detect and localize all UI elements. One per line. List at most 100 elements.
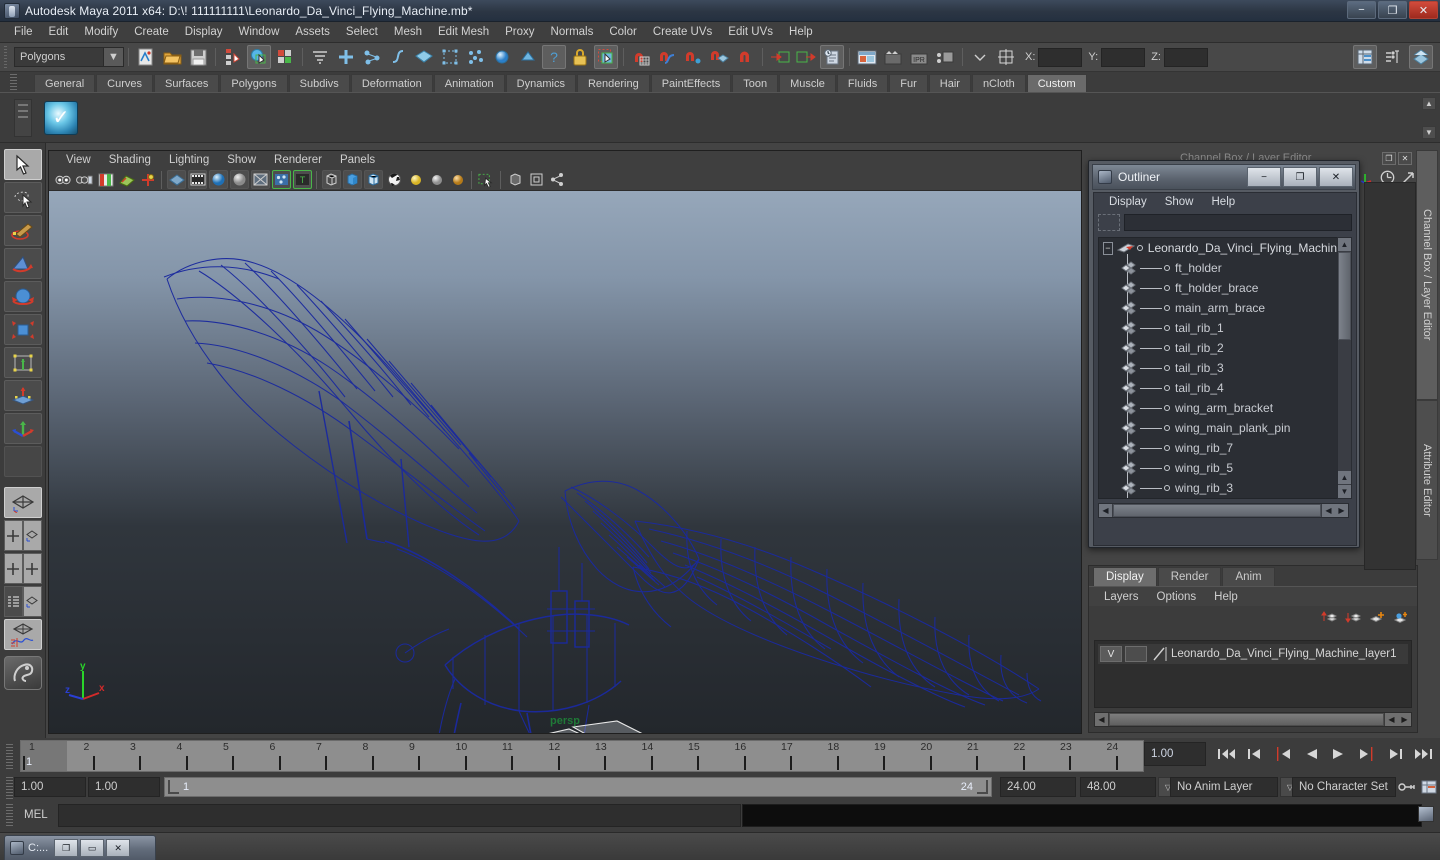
outliner-item[interactable]: wing_rib_2 (1099, 498, 1337, 499)
last-tool-used[interactable] (3, 446, 42, 477)
shelf-options-handle[interactable] (14, 99, 32, 137)
rotate-tool[interactable] (3, 281, 42, 312)
shelf-tab-curves[interactable]: Curves (96, 74, 153, 92)
layer-editor-tab-anim[interactable]: Anim (1222, 567, 1275, 586)
attribute-editor-toggle-icon[interactable] (1409, 45, 1433, 69)
animation-preferences-icon[interactable] (1420, 779, 1438, 795)
outliner-item[interactable]: wing_rib_3 (1099, 478, 1337, 498)
layer-editor-menu-layers[interactable]: Layers (1095, 591, 1148, 603)
select-points-icon[interactable] (334, 45, 358, 69)
gate-mask-icon[interactable] (251, 170, 270, 189)
shelf-tab-ncloth[interactable]: nCloth (971, 74, 1026, 92)
maya-paint-logo[interactable] (3, 656, 42, 690)
shelf-scrollbar[interactable]: ▲ ▼ (1422, 97, 1436, 139)
grid-toggle-icon[interactable] (167, 170, 186, 189)
outliner-persp-layout-left[interactable] (3, 586, 23, 617)
camera-attributes-icon[interactable] (75, 170, 94, 189)
step-forward-key-button[interactable] (1382, 742, 1408, 766)
play-backwards-button[interactable] (1298, 742, 1324, 766)
new-layer-icon[interactable] (1369, 610, 1385, 624)
outliner-horizontal-scrollbar[interactable]: ◀ ◀ ▶ (1098, 503, 1349, 518)
paint-select-tool[interactable] (3, 215, 42, 246)
two-d-pan-zoom-icon[interactable] (138, 170, 157, 189)
channel-box-close-button[interactable]: ✕ (1398, 152, 1412, 165)
outliner-item-list[interactable]: − Leonardo_Da_Vinci_Flying_Machin ft_holde… (1098, 237, 1338, 499)
select-by-component-icon[interactable] (273, 45, 297, 69)
chevron-down-icon[interactable]: ▼ (103, 48, 123, 66)
layer-editor-tab-render[interactable]: Render (1157, 567, 1222, 586)
select-particles-icon[interactable] (464, 45, 488, 69)
shelf-tab-fluids[interactable]: Fluids (836, 74, 889, 92)
menu-item-file[interactable]: File (6, 24, 41, 40)
anim-start-time-field[interactable]: 1.00 (14, 777, 86, 797)
layer-editor-menu-help[interactable]: Help (1205, 591, 1247, 603)
outliner-item[interactable]: wing_rib_7 (1099, 438, 1337, 458)
menu-item-modify[interactable]: Modify (76, 24, 126, 40)
channel-box-restore-button[interactable]: ❐ (1382, 152, 1396, 165)
checkmark-sphere-icon[interactable]: ✓ (44, 101, 78, 135)
single-perspective-layout[interactable] (3, 487, 42, 518)
layer-list[interactable]: V Leonardo_Da_Vinci_Flying_Machine_layer1 (1094, 640, 1412, 708)
coord-x-input[interactable] (1038, 47, 1083, 67)
construction-history-icon[interactable] (820, 45, 844, 69)
taskbar-close-button[interactable]: ✕ (106, 839, 131, 857)
outliner-item[interactable]: tail_rib_4 (1099, 378, 1337, 398)
viewport-menu-shading[interactable]: Shading (100, 153, 160, 167)
menu-item-help[interactable]: Help (781, 24, 821, 40)
step-back-frame-button[interactable] (1270, 742, 1296, 766)
outliner-hscroll-thumb[interactable] (1113, 504, 1321, 517)
panel-zoom-icon[interactable] (527, 170, 546, 189)
command-language-label[interactable]: MEL (24, 809, 48, 821)
shelf-tab-painteffects[interactable]: PaintEffects (650, 74, 732, 92)
outliner-minimize-button[interactable]: − (1247, 167, 1281, 187)
script-editor-icon[interactable] (1418, 806, 1434, 822)
outliner-item[interactable]: wing_arm_bracket (1099, 398, 1337, 418)
shelf-tab-muscle[interactable]: Muscle (779, 74, 836, 92)
auto-key-icon[interactable] (1398, 779, 1416, 795)
shelf-tab-polygons[interactable]: Polygons (220, 74, 288, 92)
outliner-item[interactable]: ft_holder (1099, 258, 1337, 278)
move-layer-up-icon[interactable] (1321, 610, 1338, 624)
outliner-item[interactable]: ft_holder_brace (1099, 278, 1337, 298)
layer-editor-menu-options[interactable]: Options (1148, 591, 1206, 603)
use-all-lights-icon[interactable] (427, 170, 446, 189)
outliner-vertical-scrollbar[interactable]: ▲ ▲ ▼ (1337, 237, 1352, 499)
chevron-down-icon[interactable] (968, 45, 992, 69)
snap-to-point-icon[interactable] (681, 45, 705, 69)
outliner-persp-layout[interactable] (3, 586, 42, 617)
open-scene-icon[interactable] (160, 45, 184, 69)
outliner-maximize-button[interactable]: ❐ (1283, 167, 1317, 187)
menu-item-mesh[interactable]: Mesh (386, 24, 430, 40)
layer-hscroll-left[interactable]: ◀ (1385, 713, 1398, 726)
xray-icon[interactable] (272, 170, 291, 189)
menu-item-display[interactable]: Display (177, 24, 231, 40)
time-slider-grip[interactable] (6, 744, 13, 770)
four-view-layout[interactable] (3, 520, 42, 551)
select-tool[interactable] (3, 149, 42, 180)
film-gate-icon[interactable] (188, 170, 207, 189)
xray-joints-icon[interactable]: T (293, 170, 312, 189)
menu-item-proxy[interactable]: Proxy (497, 24, 542, 40)
universal-manipulator-tool[interactable] (3, 347, 42, 378)
outliner-scroll-up[interactable]: ▲ (1338, 238, 1351, 251)
command-input[interactable] (58, 804, 741, 827)
move-tool[interactable] (3, 248, 42, 279)
new-layer-from-selected-icon[interactable] (1393, 610, 1409, 624)
outliner-filter-icon[interactable] (1098, 213, 1120, 231)
wireframe-icon[interactable] (322, 170, 341, 189)
shelf-tab-fur[interactable]: Fur (889, 74, 928, 92)
shelf-tab-animation[interactable]: Animation (433, 74, 505, 92)
outliner-title-bar[interactable]: Outliner − ❐ ✕ (1092, 164, 1356, 190)
marquee-select-icon[interactable] (594, 45, 618, 69)
two-pane-layout-left[interactable] (3, 553, 23, 584)
four-view-layout-left[interactable] (3, 520, 23, 551)
shared-icon[interactable] (548, 170, 567, 189)
four-view-layout-right[interactable] (22, 520, 42, 551)
layer-visibility-toggle[interactable]: V (1100, 646, 1122, 662)
save-scene-icon[interactable] (186, 45, 210, 69)
smooth-shade-textured-icon[interactable] (230, 170, 249, 189)
output-connections-icon[interactable] (794, 45, 818, 69)
shelf-tab-dynamics[interactable]: Dynamics (505, 74, 576, 92)
render-current-frame-icon[interactable] (855, 45, 879, 69)
select-faces-icon[interactable] (386, 45, 410, 69)
